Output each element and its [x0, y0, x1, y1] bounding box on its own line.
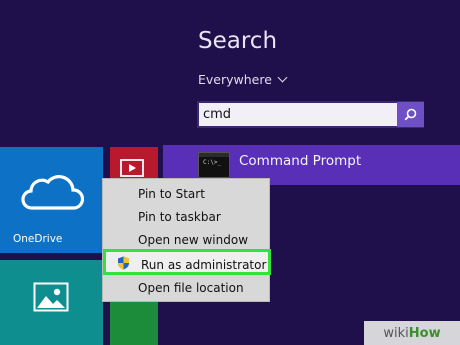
search-result-label: Command Prompt [239, 153, 362, 169]
search-button[interactable] [397, 102, 424, 127]
menu-item-run-as-administrator-label: Run as administrator [141, 258, 267, 272]
cloud-icon [21, 175, 84, 210]
search-input[interactable] [199, 103, 393, 126]
cmd-icon-text: C:\>_ [203, 159, 222, 166]
menu-item-open-new-window[interactable]: Open new window [138, 230, 248, 250]
search-title: Search [198, 28, 278, 54]
menu-item-pin-to-taskbar[interactable]: Pin to taskbar [138, 207, 221, 227]
photos-icon [33, 282, 69, 312]
tile-onedrive[interactable]: OneDrive [0, 147, 103, 253]
search-icon [404, 108, 417, 121]
chevron-down-icon [277, 72, 288, 82]
context-menu: Pin to Start Pin to taskbar Open new win… [102, 178, 271, 302]
watermark-part1: wiki [383, 325, 409, 341]
tile-photos[interactable] [0, 260, 103, 345]
watermark-part2: How [408, 325, 441, 341]
search-scope-dropdown[interactable]: Everywhere [198, 72, 288, 87]
search-scope-label: Everywhere [198, 72, 272, 87]
video-icon [120, 159, 144, 177]
tile-onedrive-label: OneDrive [13, 233, 63, 245]
menu-item-pin-to-start[interactable]: Pin to Start [138, 184, 205, 204]
menu-item-run-as-administrator[interactable]: Run as administrator [103, 249, 271, 275]
wikihow-watermark: wiki How [364, 321, 460, 345]
search-box [197, 101, 424, 128]
shield-icon [118, 256, 129, 270]
cmd-icon: C:\>_ [198, 152, 230, 178]
menu-item-open-file-location[interactable]: Open file location [138, 278, 244, 298]
